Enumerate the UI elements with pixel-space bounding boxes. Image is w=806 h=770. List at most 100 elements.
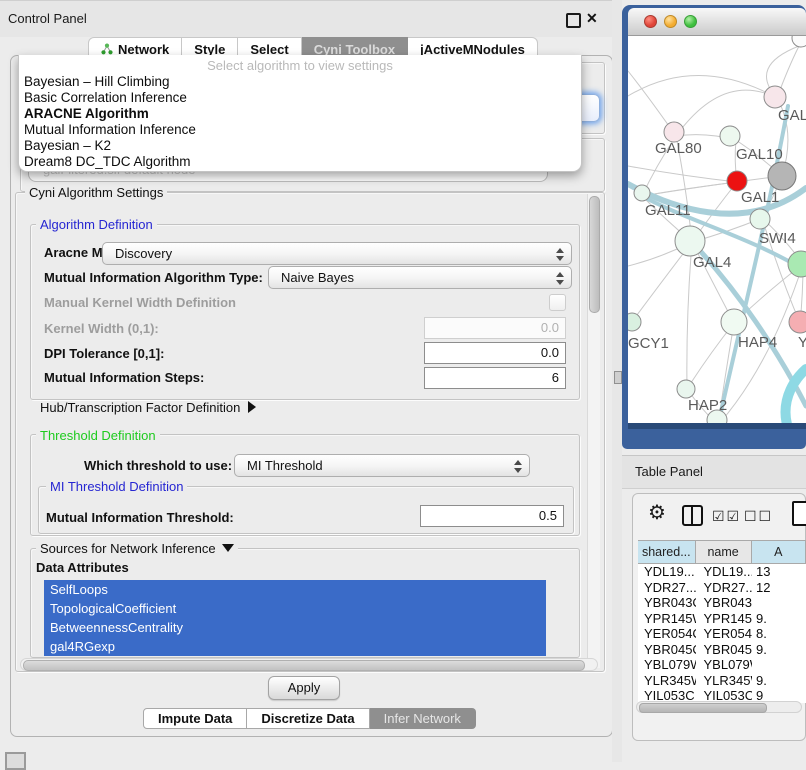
table-header-name[interactable]: name <box>695 541 752 563</box>
network-node-label: GAL10 <box>736 146 783 163</box>
table-cell: YER054C <box>696 626 752 642</box>
minimized-panel-icon[interactable] <box>5 752 26 770</box>
data-attribute-item-selected[interactable]: BetweennessCentrality <box>44 618 546 637</box>
mi-steps-input[interactable]: 6 <box>424 367 566 389</box>
table-cell: YBR043C <box>638 595 696 611</box>
data-attribute-item-selected[interactable]: TopologicalCoefficient <box>44 599 546 618</box>
close-panel-icon[interactable]: ✕ <box>586 10 598 27</box>
minimize-window-icon[interactable] <box>664 15 677 28</box>
table-cell: YPR145W <box>638 611 696 627</box>
hub-definition-label: Hub/Transcription Factor Definition <box>40 400 240 415</box>
algorithm-dropdown-prompt: Select algorithm to view settings <box>19 55 581 74</box>
network-edge[interactable] <box>687 242 692 389</box>
import-table-icon[interactable] <box>792 501 806 526</box>
algorithm-definition-title: Algorithm Definition <box>36 217 157 232</box>
table-cell: 9. <box>752 611 806 627</box>
algorithm-option[interactable]: Dream8 DC_TDC Algorithm <box>19 154 581 170</box>
mi-type-combobox[interactable]: Naive Bayes <box>268 266 572 289</box>
bottom-tab-discretize-data[interactable]: Discretize Data <box>247 708 369 729</box>
network-node[interactable] <box>768 162 796 190</box>
dpi-tolerance-label: DPI Tolerance [0,1]: <box>44 346 164 361</box>
network-node-gal11[interactable] <box>634 185 650 201</box>
algorithm-dropdown-popup: Select algorithm to view settings Bayesi… <box>18 55 582 172</box>
network-node-gal10[interactable] <box>720 126 740 146</box>
table-cell <box>752 595 806 611</box>
table-header-shared-name[interactable]: shared... <box>638 541 696 563</box>
hub-definition-toggle[interactable]: Hub/Transcription Factor Definition <box>40 400 256 415</box>
select-all-rows-icon[interactable]: ☑☑ <box>712 508 741 525</box>
table-row[interactable]: YBL079WYBL079W <box>638 657 806 673</box>
settings-horizontal-scrollbar[interactable] <box>20 658 598 671</box>
dpi-tolerance-input[interactable]: 0.0 <box>424 342 566 364</box>
network-node-hap2[interactable] <box>677 380 695 398</box>
network-node-gal80[interactable] <box>664 122 684 142</box>
algorithm-option[interactable]: Bayesian – K2 <box>19 138 581 154</box>
network-node[interactable] <box>792 36 806 47</box>
network-node-gal4[interactable] <box>675 226 705 256</box>
network-edge[interactable] <box>628 75 777 98</box>
network-node-gal1[interactable] <box>727 171 747 191</box>
network-node-gal7[interactable] <box>764 86 786 108</box>
mi-threshold-title: MI Threshold Definition <box>46 479 187 494</box>
apply-button[interactable]: Apply <box>268 676 340 700</box>
vscroll-thumb[interactable] <box>589 196 600 313</box>
network-node-hap4[interactable] <box>721 309 747 335</box>
hscroll-thumb[interactable] <box>23 660 585 671</box>
which-threshold-combobox[interactable]: MI Threshold <box>234 454 530 477</box>
deselect-all-rows-icon[interactable]: ☐☐ <box>744 508 773 525</box>
manual-kernel-checkbox[interactable] <box>549 294 566 311</box>
table-row[interactable]: YER054CYER054C8. <box>638 626 806 642</box>
table-cell: YLR345W <box>638 673 696 689</box>
mi-threshold-input[interactable]: 0.5 <box>420 505 564 527</box>
algorithm-option[interactable]: Bayesian – Hill Climbing <box>19 74 581 90</box>
algorithm-dropdown-list: Bayesian – Hill ClimbingBasic Correlatio… <box>19 74 581 170</box>
data-attribute-item-selected[interactable]: SelfLoops <box>44 580 546 599</box>
control-panel-title: Control Panel <box>8 11 87 26</box>
table-header-a[interactable]: A <box>751 541 806 563</box>
data-attributes-list[interactable]: SelfLoopsTopologicalCoefficientBetweenne… <box>44 580 546 656</box>
table-cell: YDL19... <box>638 564 696 580</box>
network-node-swi4[interactable] <box>750 209 770 229</box>
table-cell: 8. <box>752 626 806 642</box>
algorithm-option[interactable]: ARACNE Algorithm <box>19 106 581 122</box>
kernel-width-input[interactable]: 0.0 <box>424 317 566 339</box>
network-node-y[interactable] <box>789 311 806 333</box>
node-table: shared... name A YDL19...YDL19...13YDR27… <box>638 540 806 703</box>
network-node-gcy1[interactable] <box>628 313 641 331</box>
divider-handle[interactable] <box>614 371 622 384</box>
table-cell: 12 <box>752 580 806 596</box>
expand-right-icon <box>248 401 256 413</box>
bottom-tab-infer-network[interactable]: Infer Network <box>370 708 476 729</box>
table-row[interactable]: YBR045CYBR045C9. <box>638 642 806 658</box>
aracne-mode-combobox[interactable]: Discovery <box>102 242 572 265</box>
column-layout-icon[interactable] <box>682 505 703 526</box>
table-cell: YBL079W <box>696 657 752 673</box>
float-panel-icon[interactable] <box>566 13 581 28</box>
settings-vertical-scrollbar[interactable] <box>587 194 600 668</box>
table-hscroll-thumb[interactable] <box>639 703 767 713</box>
network-node-label: HAP2 <box>688 397 727 414</box>
table-panel-titlebar: Table Panel <box>622 455 806 489</box>
table-cell: 13 <box>752 564 806 580</box>
sources-title-toggle[interactable]: Sources for Network Inference <box>36 541 238 556</box>
collapse-down-icon <box>222 544 234 552</box>
algorithm-option[interactable]: Mutual Information Inference <box>19 122 581 138</box>
algorithm-option[interactable]: Basic Correlation Inference <box>19 90 581 106</box>
network-node-label: GAL11 <box>645 202 691 219</box>
table-cell: 9. <box>752 642 806 658</box>
zoom-window-icon[interactable] <box>684 15 697 28</box>
table-settings-gear-icon[interactable]: ⚙ <box>648 503 666 523</box>
table-row[interactable]: YPR145WYPR145W9. <box>638 611 806 627</box>
table-cell: YDL19... <box>696 564 752 580</box>
table-row[interactable]: YLR345WYLR345W9. <box>638 673 806 689</box>
table-row[interactable]: YBR043CYBR043C <box>638 595 806 611</box>
table-cell: YBR043C <box>696 595 752 611</box>
close-window-icon[interactable] <box>644 15 657 28</box>
table-row[interactable]: YDL19...YDL19...13 <box>638 564 806 580</box>
network-canvas[interactable]: GAL7GAL80GAL10GAL1GAL11SWI4GAL4GCY1HAP4Y… <box>628 36 806 423</box>
network-node-label: HAP4 <box>738 334 777 351</box>
data-attribute-item-selected[interactable]: gal4RGexp <box>44 637 546 656</box>
bottom-tab-impute-data[interactable]: Impute Data <box>143 708 247 729</box>
table-row[interactable]: YDR27...YDR27...12 <box>638 580 806 596</box>
table-horizontal-scrollbar[interactable] <box>636 701 802 713</box>
